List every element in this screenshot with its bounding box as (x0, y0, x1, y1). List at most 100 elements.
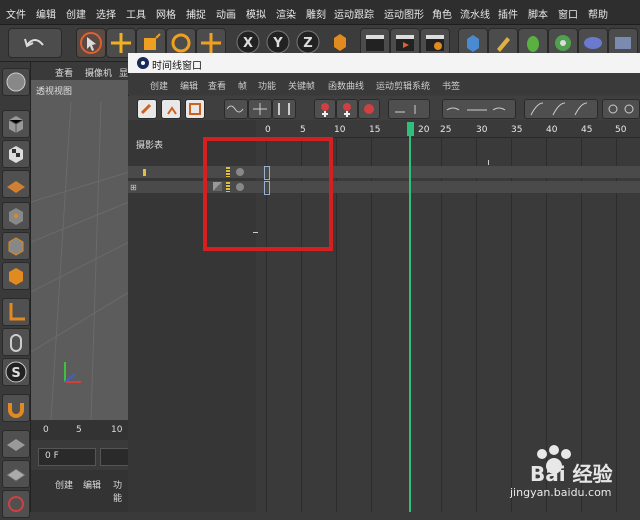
grid-orange-icon (7, 181, 25, 193)
end-frame-field[interactable] (100, 448, 130, 466)
tl-menu-motion-system[interactable]: 运动剪辑系统 (376, 79, 430, 92)
menu-snap[interactable]: 捕捉 (186, 6, 206, 21)
cut-icon (253, 103, 267, 115)
current-frame-field[interactable]: 0 F (38, 448, 96, 466)
tl-menu-frame[interactable]: 帧 (238, 79, 247, 92)
menu-select[interactable]: 选择 (96, 6, 116, 21)
add-key-button[interactable] (314, 99, 336, 119)
magnet-button[interactable] (2, 394, 30, 422)
record-keys-button[interactable] (358, 99, 380, 119)
menu-edit[interactable]: 编辑 (36, 6, 56, 21)
texture-mode-button[interactable] (2, 140, 30, 168)
tutorial-button[interactable] (2, 68, 30, 96)
fcurve-mode-button[interactable] (161, 99, 181, 119)
points-mode-button[interactable] (2, 202, 30, 230)
axis-mode-button[interactable] (2, 298, 30, 326)
record-keys-icon (364, 104, 374, 114)
axis-x-button[interactable]: X (234, 28, 262, 56)
snap-button[interactable]: S (2, 358, 30, 386)
target-icon (8, 496, 24, 512)
tweak-mode-button[interactable] (2, 328, 30, 356)
tick-30: 30 (476, 125, 488, 135)
tangent-icon (530, 102, 588, 116)
s-snap-icon: S (5, 361, 27, 383)
dope-sheet-label: 摄影表 (136, 141, 164, 151)
tick-25: 25 (440, 125, 452, 135)
cube-points-icon (9, 208, 23, 225)
cube-gray-icon (8, 116, 24, 133)
tl-menu-edit[interactable]: 编辑 (180, 79, 198, 92)
menu-create[interactable]: 创建 (66, 6, 86, 21)
l-axis-icon (9, 303, 25, 321)
tab-create[interactable]: 创建 (55, 478, 73, 491)
tl-menu-create[interactable]: 创建 (150, 79, 168, 92)
tl-menu-bookmarks[interactable]: 书签 (442, 79, 460, 92)
interpolation-buttons[interactable] (442, 99, 516, 119)
grid-line (371, 137, 372, 512)
keyframe-cut-button[interactable] (248, 99, 272, 119)
left-mode-toolbar: S (0, 62, 31, 518)
menu-render[interactable]: 渲染 (276, 6, 296, 21)
menu-script[interactable]: 脚本 (528, 6, 548, 21)
menu-file[interactable]: 文件 (6, 6, 26, 21)
menu-tools[interactable]: 工具 (126, 6, 146, 21)
extra-tool-button[interactable] (2, 490, 30, 518)
playhead-handle[interactable] (407, 122, 414, 136)
menu-plugins[interactable]: 插件 (498, 6, 518, 21)
dope-sheet-mode-button[interactable] (185, 99, 205, 119)
planar-workplane-button[interactable] (2, 460, 30, 488)
time-scale-button[interactable] (388, 99, 430, 119)
menu-character[interactable]: 角色 (432, 6, 452, 21)
tangent-buttons[interactable] (524, 99, 598, 119)
current-frame-value: 0 F (45, 451, 59, 461)
menu-help[interactable]: 帮助 (588, 6, 608, 21)
perspective-viewport[interactable] (30, 62, 130, 421)
menu-sculpt[interactable]: 雕刻 (306, 6, 326, 21)
z-axis-icon: Z (296, 30, 320, 54)
keyframe-wave-button[interactable] (224, 99, 248, 119)
viewport-menu-camera[interactable]: 摄像机 (85, 66, 112, 79)
add-key-alt-button[interactable] (336, 99, 358, 119)
menu-simulate[interactable]: 模拟 (246, 6, 266, 21)
coordinate-system-button[interactable] (326, 28, 354, 56)
tab-function[interactable]: 功能 (113, 478, 129, 504)
tl-menu-fcurve[interactable]: 函数曲线 (328, 79, 364, 92)
polygons-mode-button[interactable] (2, 262, 30, 290)
tick-35: 35 (511, 125, 523, 135)
loop-buttons[interactable] (602, 99, 640, 119)
material-tabs: 创建 编辑 功能 (31, 470, 129, 512)
model-mode-button[interactable] (2, 110, 30, 138)
edges-mode-button[interactable] (2, 232, 30, 260)
menu-motion-tracking[interactable]: 运动跟踪 (334, 6, 374, 21)
lock-workplane-button[interactable] (2, 430, 30, 458)
globe-icon (6, 72, 26, 92)
menu-pipeline[interactable]: 流水线 (460, 6, 490, 21)
tl-menu-view[interactable]: 查看 (208, 79, 226, 92)
workplane-mode-button[interactable] (2, 170, 30, 198)
key-mode-button[interactable] (137, 99, 157, 119)
mini-timeline-ruler[interactable]: 0 5 10 (31, 420, 129, 440)
timeline-menubar: 创建 编辑 查看 帧 功能 关键帧 函数曲线 运动剪辑系统 书签 (128, 75, 640, 95)
cube-polygons-icon (9, 268, 23, 285)
select-tool-button[interactable] (76, 28, 106, 58)
interpolation-icon (446, 107, 506, 111)
axis-y-button[interactable]: Y (264, 28, 292, 56)
grid-lock-icon (7, 439, 25, 451)
playhead-line[interactable] (409, 122, 411, 512)
menu-animate[interactable]: 动画 (216, 6, 236, 21)
tab-edit[interactable]: 编辑 (83, 478, 101, 491)
menu-window[interactable]: 窗口 (558, 6, 578, 21)
wave-icon (226, 105, 244, 113)
menu-mograph[interactable]: 运动图形 (384, 6, 424, 21)
tick-50: 50 (615, 125, 627, 135)
menu-mesh[interactable]: 网格 (156, 6, 176, 21)
expand-toggle-icon[interactable]: ⊞ (130, 183, 137, 192)
tl-menu-keyframe[interactable]: 关键帧 (288, 79, 315, 92)
keyframe-bracket-button[interactable] (272, 99, 296, 119)
viewport-menu-view[interactable]: 查看 (55, 66, 73, 79)
viewport-menu-display[interactable]: 显 (119, 66, 128, 79)
tl-menu-function[interactable]: 功能 (258, 79, 276, 92)
axis-z-button[interactable]: Z (294, 28, 322, 56)
undo-button[interactable] (8, 28, 62, 58)
timeline-titlebar[interactable] (128, 53, 640, 73)
